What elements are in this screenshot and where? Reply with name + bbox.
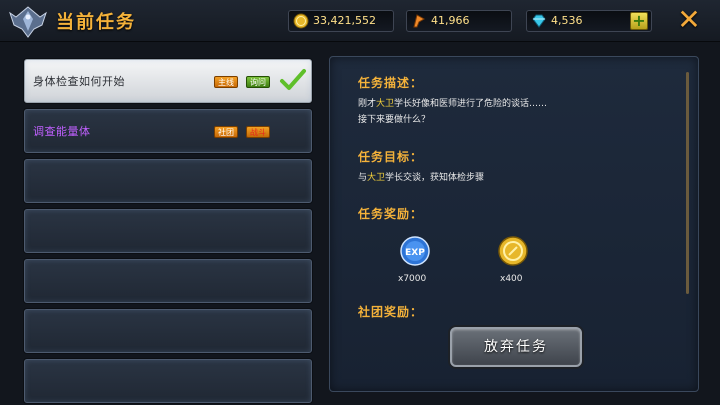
stamina-counter[interactable]: 41,966 bbox=[406, 10, 512, 32]
task-name: 调查能量体 bbox=[33, 125, 91, 138]
completed-check-icon bbox=[280, 69, 306, 90]
gold-reward-amount: x400 bbox=[500, 274, 523, 284]
top-bar: 当前任务 33,421,552 41,966 4,536 + ✕ bbox=[0, 0, 720, 42]
task-slot-empty[interactable] bbox=[24, 259, 312, 303]
gem-counter[interactable]: 4,536 + bbox=[526, 10, 652, 32]
gem-amount: 4,536 bbox=[551, 14, 583, 27]
task-slot-empty[interactable] bbox=[24, 209, 312, 253]
goal-text: 与大卫学长交谈，获知体检步骤 bbox=[358, 173, 485, 183]
description-text: 刚才大卫学长好像和医师进行了危险的谈话…… 接下来要做什么？ bbox=[358, 99, 548, 125]
task-item[interactable]: 调查能量体 社团 战斗 bbox=[24, 109, 312, 153]
page-title: 当前任务 bbox=[56, 12, 136, 33]
goal-heading: 任务目标： bbox=[358, 150, 424, 164]
task-name: 身体检查如何开始 bbox=[33, 75, 125, 88]
task-tag-main: 主线 bbox=[214, 76, 238, 88]
reward-heading: 任务奖励： bbox=[358, 207, 424, 221]
gem-icon bbox=[532, 14, 546, 28]
task-slot-empty[interactable] bbox=[24, 159, 312, 203]
gold-coin-icon bbox=[293, 13, 309, 29]
club-reward-heading: 社团奖励： bbox=[358, 305, 424, 319]
add-gems-button[interactable]: + bbox=[630, 12, 648, 30]
close-button[interactable]: ✕ bbox=[676, 6, 702, 34]
task-item-active[interactable]: 身体检查如何开始 主线 询问 bbox=[24, 59, 312, 103]
exp-icon: EXP bbox=[400, 236, 430, 266]
task-list: 身体检查如何开始 主线 询问 调查能量体 社团 战斗 bbox=[20, 52, 316, 405]
npc-name-highlight: 大卫 bbox=[376, 99, 395, 109]
npc-name-highlight: 大卫 bbox=[367, 173, 386, 183]
task-tag-club: 社团 bbox=[214, 126, 238, 138]
task-slot-empty[interactable] bbox=[24, 309, 312, 353]
task-tag-ask: 询问 bbox=[246, 76, 270, 88]
gold-counter[interactable]: 33,421,552 bbox=[288, 10, 394, 32]
gold-coin-icon bbox=[498, 236, 528, 266]
description-heading: 任务描述： bbox=[358, 76, 424, 90]
winged-crest-icon bbox=[9, 6, 47, 38]
task-slot-empty[interactable] bbox=[24, 359, 312, 403]
detail-scrollbar[interactable] bbox=[686, 72, 689, 294]
gold-amount: 33,421,552 bbox=[313, 14, 376, 27]
task-tag-battle: 战斗 bbox=[246, 126, 270, 138]
abandon-task-button[interactable]: 放弃任务 bbox=[450, 327, 582, 367]
svg-text:EXP: EXP bbox=[405, 248, 425, 258]
stamina-flag-icon bbox=[413, 14, 425, 28]
exp-reward-amount: x7000 bbox=[398, 274, 427, 284]
stamina-amount: 41,966 bbox=[431, 14, 470, 27]
